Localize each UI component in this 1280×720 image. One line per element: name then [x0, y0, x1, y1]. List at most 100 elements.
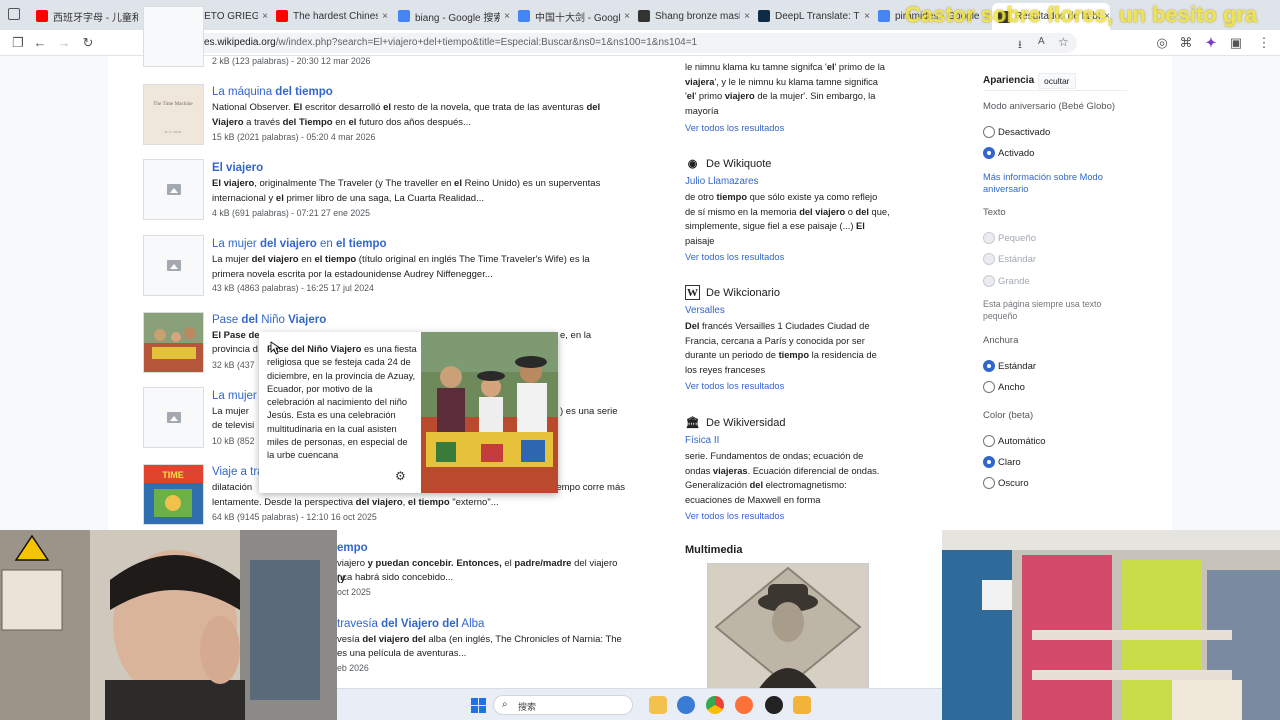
- extensions-icon[interactable]: ⌘: [1178, 35, 1194, 51]
- text-large-label[interactable]: Grande: [998, 276, 1030, 287]
- sister-result-link[interactable]: Julio Llamazares: [685, 176, 759, 187]
- result-title-link[interactable]: travesía del Viajero del Alba: [337, 618, 484, 630]
- result-thumbnail-placeholder[interactable]: [143, 387, 204, 448]
- file-explorer-icon[interactable]: [649, 696, 667, 714]
- taskbar-search-box[interactable]: ⌕ 搜索: [493, 695, 633, 715]
- result-meta: 15 kB (2021 palabras) - 05:20 4 mar 2026: [212, 132, 376, 142]
- anniversary-off-label[interactable]: Desactivado: [998, 127, 1050, 138]
- hide-appearance-button[interactable]: ocultar: [1038, 73, 1076, 89]
- browser-tab[interactable]: biang - Google 搜索 ×: [392, 4, 510, 28]
- text-segment: Niño: [258, 314, 289, 326]
- obs-icon[interactable]: [765, 696, 783, 714]
- highlight-match: el tiempo: [314, 254, 357, 265]
- see-all-results-link[interactable]: Ver todos los resultados: [685, 252, 784, 262]
- gear-icon[interactable]: ⚙: [395, 469, 406, 483]
- url-text[interactable]: es.wikipedia.org/w/index.php?search=El+v…: [204, 37, 697, 48]
- anniversary-on-radio[interactable]: [983, 147, 995, 159]
- chrome-icon[interactable]: [706, 696, 724, 714]
- browser-tab[interactable]: DeepL Translate: The ×: [752, 4, 870, 28]
- browser-tab[interactable]: 西班牙字母 - 儿童和婴×: [30, 4, 148, 28]
- result-thumbnail-placeholder[interactable]: [143, 235, 204, 296]
- result-thumbnail[interactable]: [143, 312, 204, 373]
- popup-extract[interactable]: Pase del Niño Viajero es una fiesta reli…: [267, 343, 417, 463]
- result-thumbnail[interactable]: [143, 6, 204, 67]
- festival-photo: [421, 332, 558, 493]
- result-title-link[interactable]: La máquina del tiempo: [212, 86, 333, 98]
- browser-tab[interactable]: The hardest Chinese ×: [270, 4, 388, 28]
- close-tab-icon[interactable]: ×: [864, 11, 870, 22]
- result-title-link[interactable]: Viaje a tra: [212, 466, 264, 478]
- sidebar-toggle-icon[interactable]: ❐: [10, 35, 26, 51]
- app-icon[interactable]: [677, 696, 695, 714]
- text-segment: La mujer: [212, 390, 257, 402]
- close-tab-icon[interactable]: ×: [504, 11, 510, 22]
- text-segment: lentamente. Desde la perspectiva: [212, 497, 356, 508]
- app-icon-yellow[interactable]: [793, 696, 811, 714]
- result-title-link[interactable]: La mujer del viajero en el tiempo: [212, 238, 387, 250]
- text-segment: ' primo: [694, 91, 725, 102]
- text-large-radio[interactable]: [983, 275, 995, 287]
- result-thumbnail-placeholder[interactable]: [143, 159, 204, 220]
- width-wide-label[interactable]: Ancho: [998, 382, 1025, 393]
- bookmark-star-icon[interactable]: ☆: [1058, 35, 1069, 49]
- result-thumbnail[interactable]: The Time Machine H. G. Wells: [143, 84, 204, 145]
- install-app-icon[interactable]: ⭳: [1018, 36, 1022, 55]
- result-title-link[interactable]: empo: [337, 542, 368, 554]
- image-placeholder-icon: [166, 184, 181, 195]
- text-standard-label[interactable]: Estándar: [998, 254, 1036, 265]
- back-icon[interactable]: ←: [32, 35, 48, 51]
- color-dark-radio[interactable]: [983, 477, 995, 489]
- width-standard-label[interactable]: Estándar: [998, 361, 1036, 372]
- width-wide-radio[interactable]: [983, 381, 995, 393]
- profile-icon[interactable]: ◎: [1154, 35, 1170, 51]
- text-segment: del viajero: [574, 558, 618, 569]
- tab-overview-icon[interactable]: [8, 8, 20, 20]
- color-light-radio[interactable]: [983, 456, 995, 468]
- forward-icon[interactable]: →: [56, 35, 72, 51]
- color-dark-label[interactable]: Oscuro: [998, 478, 1029, 489]
- text-small-label[interactable]: Pequeño: [998, 233, 1036, 244]
- multimedia-image[interactable]: [707, 563, 869, 689]
- page-preview-popup[interactable]: Pase del Niño Viajero es una fiesta reli…: [259, 332, 558, 493]
- stream-overlay-text: Castor sobre flores, un besito gra: [905, 2, 1258, 27]
- result-thumbnail[interactable]: TIME: [143, 464, 204, 525]
- reload-icon[interactable]: ↻: [80, 35, 96, 51]
- close-tab-icon[interactable]: ×: [624, 11, 630, 22]
- result-title-link[interactable]: El viajero: [212, 162, 263, 174]
- color-auto-radio[interactable]: [983, 435, 995, 447]
- see-all-results-link[interactable]: Ver todos los resultados: [685, 511, 784, 521]
- color-light-label[interactable]: Claro: [998, 457, 1021, 468]
- menu-icon[interactable]: ⋮: [1256, 35, 1272, 51]
- mouse-cursor: [270, 341, 280, 355]
- extension-badge-icon[interactable]: ▣: [1228, 35, 1244, 51]
- text-small-radio[interactable]: [983, 232, 995, 244]
- see-all-results-link[interactable]: Ver todos los resultados: [685, 381, 784, 391]
- anniversary-off-radio[interactable]: [983, 126, 995, 138]
- anniversary-on-label[interactable]: Activado: [998, 148, 1034, 159]
- close-tab-icon[interactable]: ×: [744, 11, 750, 22]
- text-segment: La máquina: [212, 86, 276, 98]
- result-meta: 64 kB (9145 palabras) - 12:10 16 oct 202…: [212, 512, 377, 522]
- windows-start-icon[interactable]: [471, 698, 486, 713]
- sister-result-link[interactable]: Versalles: [685, 305, 725, 316]
- popup-image[interactable]: [421, 332, 558, 493]
- result-snippet-right: ) es una serie: [560, 406, 618, 417]
- close-tab-icon[interactable]: ×: [382, 11, 388, 22]
- more-info-link[interactable]: Más información sobre Modo aniversario: [983, 172, 1113, 195]
- browser-tab[interactable]: 中国十大剑 - Google 搜 ×: [512, 4, 630, 28]
- result-meta: 2 kB (123 palabras) - 20:30 12 mar 2026: [212, 56, 371, 66]
- address-bar[interactable]: ⚙ es.wikipedia.org/w/index.php?search=El…: [172, 33, 1077, 53]
- result-title-link[interactable]: La mujer: [212, 390, 257, 402]
- translate-icon[interactable]: A: [1038, 36, 1045, 47]
- text-standard-radio[interactable]: [983, 253, 995, 265]
- color-auto-label[interactable]: Automático: [998, 436, 1046, 447]
- firefox-icon[interactable]: [735, 696, 753, 714]
- extension-app-icon[interactable]: ✦: [1203, 35, 1219, 51]
- see-all-results-link[interactable]: Ver todos los resultados: [685, 123, 784, 133]
- close-tab-icon[interactable]: ×: [262, 11, 268, 22]
- browser-tab[interactable]: Shang bronze mask ×: [632, 4, 750, 28]
- tab-label: The hardest Chinese: [293, 10, 379, 22]
- width-standard-radio[interactable]: [983, 360, 995, 372]
- sister-result-link[interactable]: Física II: [685, 435, 719, 446]
- result-title-link[interactable]: Pase del Niño Viajero: [212, 314, 326, 326]
